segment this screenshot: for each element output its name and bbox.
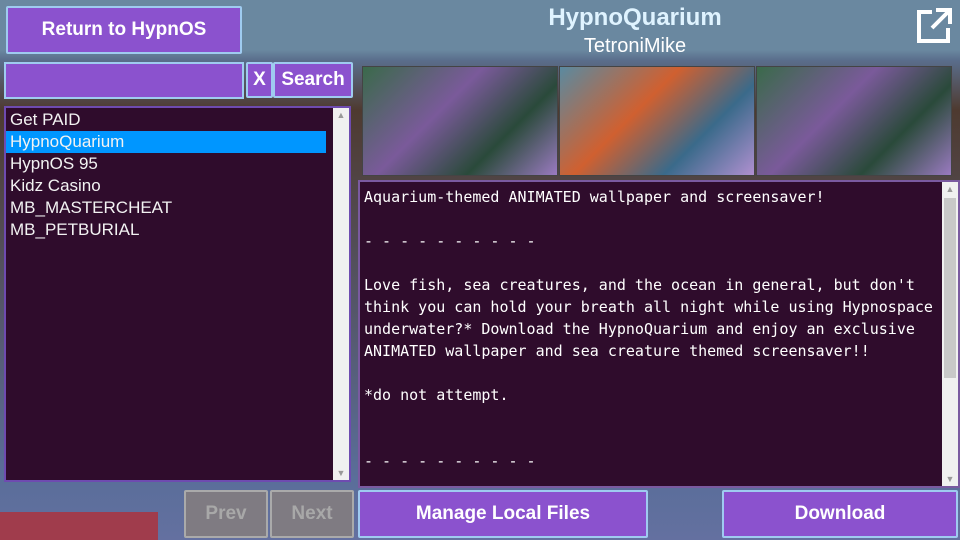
external-link-icon[interactable] [914,6,954,46]
site-list[interactable]: Get PAID HypnoQuarium HypnOS 95 Kidz Cas… [4,106,351,482]
description-scrollbar[interactable]: ▲ ▼ [942,182,958,486]
screenshot-thumbnail[interactable] [559,66,755,176]
description-text: Aquarium-themed ANIMATED wallpaper and s… [364,188,933,470]
manage-local-files-button[interactable]: Manage Local Files [358,490,648,538]
list-scrollbar[interactable]: ▲ ▼ [333,108,349,480]
prev-button[interactable]: Prev [184,490,268,538]
list-item-selected[interactable]: HypnoQuarium [6,131,326,153]
return-to-hypnos-button[interactable]: Return to HypnOS [6,6,242,54]
list-item[interactable]: Kidz Casino [6,175,326,197]
screenshot-thumbnail[interactable] [362,66,558,176]
background-decoration [0,512,158,540]
app-title: HypnoQuarium [548,4,722,31]
clear-search-button[interactable]: X [246,62,273,98]
screenshot-thumbnail[interactable] [756,66,952,176]
description-panel: Aquarium-themed ANIMATED wallpaper and s… [358,180,960,488]
search-button[interactable]: Search [273,62,353,98]
list-item[interactable]: MB_PETBURIAL [6,219,326,241]
search-input[interactable] [4,62,244,99]
next-button[interactable]: Next [270,490,354,538]
author-name: TetroniMike [583,35,687,57]
list-item[interactable]: Get PAID [6,109,326,131]
list-item[interactable]: MB_MASTERCHEAT [6,197,326,219]
list-item[interactable]: HypnOS 95 [6,153,326,175]
download-button[interactable]: Download [722,490,958,538]
